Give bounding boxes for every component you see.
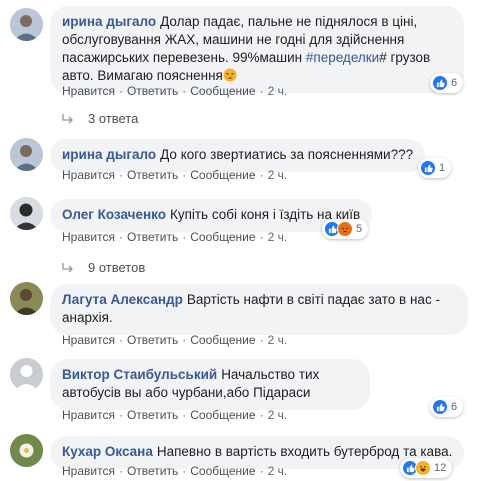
reaction-summary[interactable]: 1 [418,158,452,178]
avatar[interactable] [10,197,43,230]
reply-button[interactable]: Ответить [127,168,178,182]
comment-bubble: ирина дыгало Долар падає, пальне не підня… [50,6,464,93]
comment-text: Напевно в вартість входить бутерброд та … [156,444,453,459]
avatar-photo-icon [10,358,43,391]
view-replies-button[interactable]: 3 ответа [62,111,138,126]
comment-actions: Нравится · Ответить · Сообщение · 2 ч. [62,84,288,98]
reaction-count: 1 [439,162,446,174]
avatar[interactable] [10,8,43,41]
like-button[interactable]: Нравится [62,168,115,182]
message-button[interactable]: Сообщение [190,168,255,182]
like-button[interactable]: Нравится [62,230,115,244]
avatar-photo-icon [10,8,43,41]
reply-button[interactable]: Ответить [127,464,178,478]
reaction-count: 5 [356,223,363,235]
comment-actions: Нравится · Ответить · Сообщение · 2 ч. [62,408,288,422]
reply-arrow-icon [62,262,73,272]
replies-count: 3 ответа [88,111,139,126]
comment-text: До кого звертиатись за поясненнями??? [160,147,414,162]
haha-icon [415,460,431,476]
comment-time[interactable]: 2 ч. [268,464,288,478]
like-icon [420,160,436,176]
like-icon [432,399,448,415]
reply-button[interactable]: Ответить [127,333,178,347]
reply-button[interactable]: Ответить [127,230,178,244]
comment-time[interactable]: 2 ч. [268,168,288,182]
avatar-photo-icon [10,197,43,230]
avatar[interactable] [10,138,43,171]
message-button[interactable]: Сообщение [190,464,255,478]
comment-bubble: Виктор Стаибульський Начальство тих автоб… [50,359,370,410]
tired-face-emoji [223,68,237,82]
comment-author[interactable]: ирина дыгало [62,14,156,29]
comment-time[interactable]: 2 ч. [268,230,288,244]
like-button[interactable]: Нравится [62,464,115,478]
comment-author[interactable]: Виктор Стаибульський [62,367,217,382]
like-button[interactable]: Нравится [62,408,115,422]
reply-button[interactable]: Ответить [127,408,178,422]
comment-actions: Нравится · Ответить · Сообщение · 2 ч. [62,168,288,182]
comment-time[interactable]: 2 ч. [268,333,288,347]
like-icon [432,75,448,91]
comment-author[interactable]: Лагута Александр [62,292,183,307]
message-button[interactable]: Сообщение [190,408,255,422]
comment-actions: Нравится · Ответить · Сообщение · 2 ч. [62,464,288,478]
hashtag-link[interactable]: #переделки [306,50,379,65]
comment-actions: Нравится · Ответить · Сообщение · 2 ч. [62,333,288,347]
reaction-summary[interactable]: 5 [322,219,369,239]
reaction-count: 12 [434,462,447,474]
message-button[interactable]: Сообщение [190,84,255,98]
reaction-count: 6 [451,77,458,89]
comment-author[interactable]: Олег Козаченко [62,207,166,222]
replies-count: 9 ответов [88,260,146,275]
reaction-summary[interactable]: 12 [400,458,453,478]
reaction-summary[interactable]: 6 [430,73,464,93]
message-button[interactable]: Сообщение [190,333,255,347]
comment-actions: Нравится · Ответить · Сообщение · 2 ч. [62,230,288,244]
reaction-count: 6 [451,401,458,413]
like-button[interactable]: Нравится [62,84,115,98]
like-button[interactable]: Нравится [62,333,115,347]
reply-arrow-icon [62,113,73,123]
comment-author[interactable]: Кухар Оксана [62,444,153,459]
avatar[interactable] [10,358,43,391]
comment-author[interactable]: ирина дыгало [62,147,156,162]
avatar-photo-icon [10,138,43,171]
avatar-photo-icon [10,434,43,467]
comment-bubble: Лагута Александр Вартість нафти в світі п… [50,284,468,335]
avatar-photo-icon [10,282,43,315]
comment-time[interactable]: 2 ч. [268,408,288,422]
view-replies-button[interactable]: 9 ответов [62,260,145,275]
avatar[interactable] [10,434,43,467]
reply-button[interactable]: Ответить [127,84,178,98]
angry-icon [337,221,353,237]
message-button[interactable]: Сообщение [190,230,255,244]
avatar[interactable] [10,282,43,315]
comment-time[interactable]: 2 ч. [268,84,288,98]
reaction-summary[interactable]: 6 [430,397,464,417]
